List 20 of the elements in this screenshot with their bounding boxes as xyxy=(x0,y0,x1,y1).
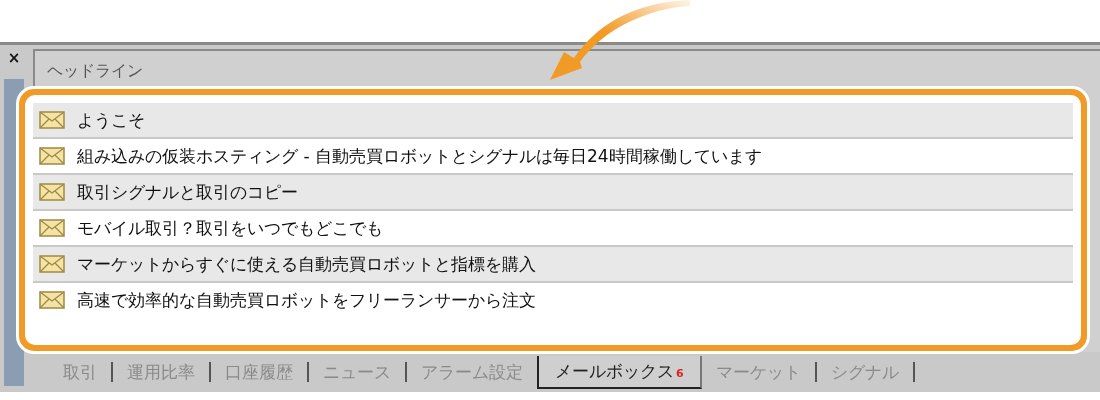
envelope-icon xyxy=(39,291,65,309)
envelope-icon xyxy=(39,111,65,129)
mail-subject: マーケットからすぐに使える自動売買ロボットと指標を購入 xyxy=(77,252,536,276)
envelope-icon xyxy=(39,183,65,201)
mail-row[interactable]: 取引シグナルと取引のコピー xyxy=(33,175,1073,211)
mail-row[interactable]: 高速で効率的な自動売買ロボットをフリーランサーから注文 xyxy=(33,283,1073,317)
envelope-icon xyxy=(39,255,65,273)
mail-subject: 取引シグナルと取引のコピー xyxy=(77,180,298,204)
mail-subject: ようこそ xyxy=(77,108,145,132)
mail-row[interactable]: ようこそ xyxy=(33,103,1073,139)
envelope-icon xyxy=(39,147,65,165)
close-button[interactable]: × xyxy=(7,49,21,67)
mail-row[interactable]: マーケットからすぐに使える自動売買ロボットと指標を購入 xyxy=(33,247,1073,283)
tab[interactable]: メールボックス 6 xyxy=(537,355,702,389)
mail-subject: 高速で効率的な自動売買ロボットをフリーランサーから注文 xyxy=(77,288,536,312)
unread-count: 6 xyxy=(676,366,684,380)
column-header: ヘッドライン xyxy=(47,61,143,80)
mail-subject: モバイル取引？取引をいつでもどこでも xyxy=(77,216,383,240)
envelope-icon xyxy=(39,219,65,237)
mail-subject: 組み込みの仮装ホスティング - 自動売買ロボットとシグナルは毎日24時間稼働しています xyxy=(77,144,762,168)
